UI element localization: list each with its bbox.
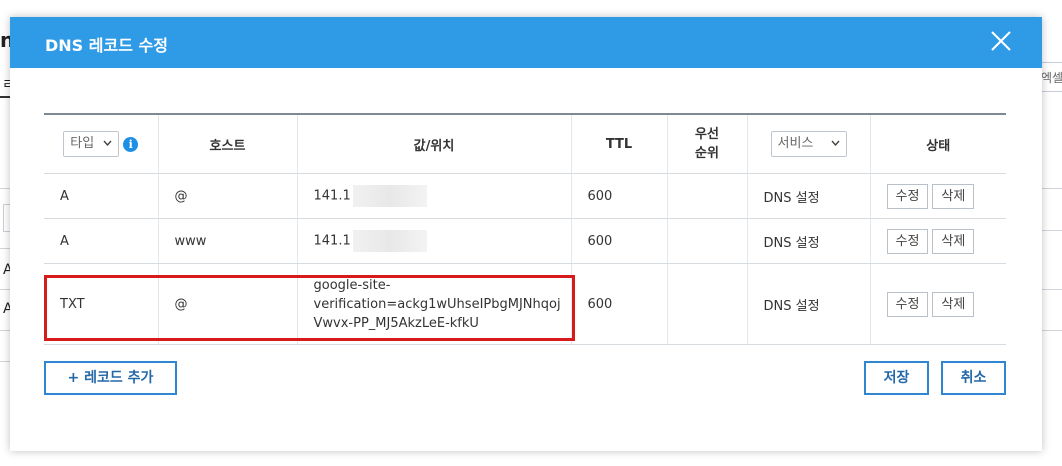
background-divider [1042,188,1062,189]
close-icon[interactable] [990,30,1012,52]
background-divider [0,248,10,249]
modal-title: DNS 레코드 수정 [45,36,168,55]
service-cell: DNS 설정 [747,263,871,345]
cancel-button[interactable]: 취소 [941,361,1006,395]
type-select-label: 타입 [70,136,95,151]
delete-button[interactable]: 삭제 [932,183,975,209]
service-cell: DNS 설정 [747,173,871,219]
priority-cell [667,218,748,264]
value-line: verification=ackg1wUhseIPbgMJNhqoj [313,296,561,312]
background-divider [0,289,10,290]
save-button[interactable]: 저장 [864,361,929,395]
dns-record-edit-modal: DNS 레코드 수정 타입 i 호스트 값/위치 TTL 우선 순위 서비스 상… [10,17,1042,451]
dns-record-table-wrap: 타입 i 호스트 값/위치 TTL 우선 순위 서비스 상태 A @ 141.1… [44,113,1006,345]
service-header: 서비스 [747,114,871,174]
host-cell: @ [158,263,298,345]
ttl-cell: 600 [571,263,668,345]
value-line: Vwvx-PP_MJ5AkzLeE-kfkU [313,315,479,331]
type-select[interactable]: 타입 [63,131,120,157]
service-select[interactable]: 서비스 [770,131,847,157]
priority-cell [667,263,748,345]
priority-header-line1: 우선 [695,127,719,142]
type-cell: A [44,173,159,219]
background-divider [0,188,10,189]
service-cell: DNS 설정 [747,218,871,264]
add-record-button[interactable]: + 레코드 추가 [44,361,177,395]
value-cell: google-site- verification=ackg1wUhseIPbg… [297,263,572,345]
value-header: 값/위치 [297,114,572,174]
edit-button[interactable]: 수정 [886,291,929,317]
value-cell: 141.1 [297,218,572,264]
host-cell: @ [158,173,298,219]
ttl-cell: 600 [571,173,668,219]
redacted-value [352,185,427,207]
type-header: 타입 i [44,114,159,174]
value-text: 141.1 [313,233,351,249]
background-divider [1042,330,1062,331]
table-row: A @ 141.1 600 DNS 설정 수정 삭제 [44,173,1006,219]
actions-cell: 수정 삭제 [870,218,1006,264]
host-header: 호스트 [158,114,298,174]
value-text: 141.1 [313,188,351,204]
value-cell: 141.1 [297,173,572,219]
chevron-down-icon [103,140,112,146]
edit-button[interactable]: 수정 [886,183,929,209]
background-divider [1042,230,1062,231]
delete-button[interactable]: 삭제 [932,228,975,254]
ttl-cell: 600 [571,218,668,264]
actions-cell: 수정 삭제 [870,173,1006,219]
table-row: TXT @ google-site- verification=ackg1wUh… [44,263,1006,345]
table-header-row: 타입 i 호스트 값/위치 TTL 우선 순위 서비스 상태 [44,114,1006,174]
table-row: A www 141.1 600 DNS 설정 수정 삭제 [44,218,1006,264]
service-select-label: 서비스 [777,136,814,151]
ttl-header: TTL [571,114,668,174]
type-cell: TXT [44,263,159,345]
value-line: google-site- [313,277,391,293]
status-header: 상태 [870,114,1006,174]
background-divider [0,361,10,362]
modal-header: DNS 레코드 수정 [10,17,1042,68]
host-cell: www [158,218,298,264]
redacted-value [352,230,427,252]
priority-header-line2: 순위 [695,146,719,161]
actions-cell: 수정 삭제 [870,263,1006,345]
edit-button[interactable]: 수정 [886,228,929,254]
background-divider [0,96,10,98]
background-divider [0,330,10,331]
info-icon[interactable]: i [123,136,139,152]
dns-record-table: 타입 i 호스트 값/위치 TTL 우선 순위 서비스 상태 A @ 141.1… [44,113,1006,345]
type-cell: A [44,218,159,264]
background-divider [1042,289,1062,290]
priority-header: 우선 순위 [667,114,748,174]
delete-button[interactable]: 삭제 [932,291,975,317]
priority-cell [667,173,748,219]
chevron-down-icon [830,140,840,146]
